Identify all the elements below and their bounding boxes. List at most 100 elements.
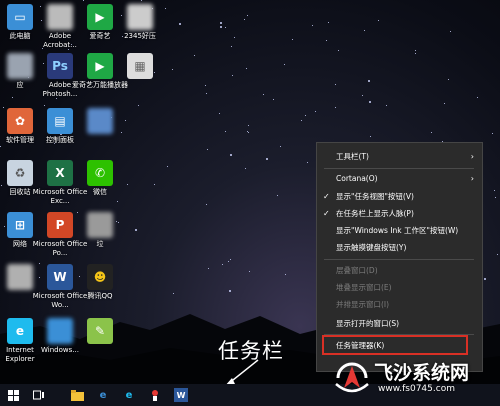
star — [206, 93, 207, 94]
star — [247, 15, 248, 16]
icon-label: 微信 — [93, 188, 107, 196]
star — [206, 204, 207, 205]
ie-icon: e — [7, 318, 33, 344]
star — [266, 158, 268, 160]
icon-label: 爱奇艺万能播放器 — [72, 81, 128, 89]
file-explorer-icon[interactable] — [70, 388, 84, 402]
menu-item-label: 显示"任务视图"按钮(V) — [336, 192, 414, 201]
star — [167, 166, 168, 167]
star — [307, 162, 308, 163]
document-icon: ▦ — [127, 53, 153, 79]
desktop-icon-wechat[interactable]: ✆ 微信 — [72, 160, 128, 197]
menu-item-label: 并排显示窗口(I) — [336, 300, 390, 309]
star — [364, 30, 365, 31]
desktop-icon-blurred-3[interactable]: 垃 — [72, 212, 128, 249]
desktop-icon-blurred-2[interactable] — [72, 108, 128, 136]
app-icon[interactable] — [148, 388, 162, 402]
annotation-arrow-icon — [226, 359, 259, 384]
star — [315, 111, 316, 112]
menu-item-show-task-view[interactable]: ✓ 显示"任务视图"按钮(V) — [317, 190, 482, 204]
chevron-right-icon: › — [470, 152, 474, 161]
blurred-icon — [87, 212, 113, 238]
icon-label: 垃 — [96, 240, 104, 248]
star — [338, 50, 339, 51]
star — [273, 99, 274, 100]
star — [328, 22, 329, 23]
star — [415, 50, 416, 51]
app-icon — [7, 53, 33, 79]
star — [245, 168, 246, 169]
star — [0, 146, 1, 147]
star — [335, 84, 336, 85]
menu-item-label: 层叠窗口(D) — [336, 266, 378, 275]
menu-item-show-people[interactable]: ✓ 在任务栏上显示人脉(P) — [317, 207, 482, 221]
star — [244, 19, 245, 20]
menu-item-side-by-side: 并排显示窗口(I) — [317, 298, 482, 312]
star — [280, 146, 281, 147]
blurred-icon — [87, 108, 113, 134]
star — [154, 184, 155, 185]
desktop-icon-document[interactable]: ▦ — [112, 53, 168, 81]
star — [225, 131, 226, 132]
network-icon: ⊞ — [7, 212, 33, 238]
star — [248, 125, 249, 126]
checkmark-icon: ✓ — [323, 192, 330, 201]
notepad-icon: ✎ — [87, 318, 113, 344]
star — [44, 105, 45, 106]
highlight-box — [322, 335, 468, 355]
star — [179, 23, 181, 25]
software-manager-icon: ✿ — [7, 108, 33, 134]
task-view-icon[interactable] — [32, 388, 46, 402]
watermark-logo-icon — [335, 362, 369, 393]
desktop-icon-qq[interactable]: ☻ 腾讯QQ — [72, 264, 128, 301]
star — [220, 22, 222, 24]
star — [368, 80, 370, 82]
menu-item-touch-keyboard[interactable]: 显示触摸键盘按钮(Y) — [317, 241, 482, 255]
chevron-right-icon: › — [470, 174, 474, 183]
desktop-icon-notepad[interactable]: ✎ — [72, 318, 128, 346]
star — [172, 69, 173, 70]
excel-icon: X — [47, 160, 73, 186]
star — [362, 95, 363, 96]
word-icon: W — [47, 264, 73, 290]
star — [312, 25, 313, 26]
icon-label: 腾讯QQ — [87, 292, 113, 300]
star — [228, 261, 229, 262]
star — [370, 136, 371, 137]
iqiyi-player-icon: ▶ — [87, 53, 113, 79]
star — [477, 97, 478, 98]
menu-item-windows-ink[interactable]: 显示"Windows Ink 工作区"按钮(W) — [317, 224, 482, 238]
star — [263, 94, 264, 95]
powerpoint-icon: P — [47, 212, 73, 238]
blurred-icon — [47, 318, 73, 344]
photoshop-icon: Ps — [47, 53, 73, 79]
edge-icon[interactable]: e — [96, 388, 110, 402]
desktop-icon-archive[interactable]: 2345好压 — [112, 4, 168, 41]
star — [232, 75, 233, 76]
star — [301, 120, 302, 121]
watermark-title: 飞沙系统网 — [374, 362, 470, 384]
star — [492, 133, 493, 134]
ie-icon[interactable]: e — [122, 388, 136, 402]
menu-item-toolbars[interactable]: 工具栏(T) › — [317, 150, 482, 164]
control-panel-icon: ▤ — [47, 108, 73, 134]
star — [207, 149, 208, 150]
star — [284, 64, 285, 65]
recycle-bin-icon: ♻ — [7, 160, 33, 186]
archive-icon — [127, 4, 153, 30]
star — [205, 85, 206, 86]
star — [231, 46, 232, 47]
star — [225, 27, 226, 28]
word-icon[interactable]: W — [174, 388, 188, 402]
star — [83, 0, 84, 1]
star — [369, 101, 371, 103]
star — [220, 26, 222, 28]
star — [230, 154, 232, 156]
windows-start-icon[interactable] — [6, 388, 20, 402]
blurred-icon — [7, 264, 33, 290]
checkmark-icon: ✓ — [323, 209, 330, 218]
star — [415, 53, 416, 54]
star — [230, 259, 231, 260]
menu-item-cortana[interactable]: Cortana(O) › — [317, 172, 482, 186]
menu-item-show-windows[interactable]: 显示打开的窗口(S) — [317, 317, 482, 331]
